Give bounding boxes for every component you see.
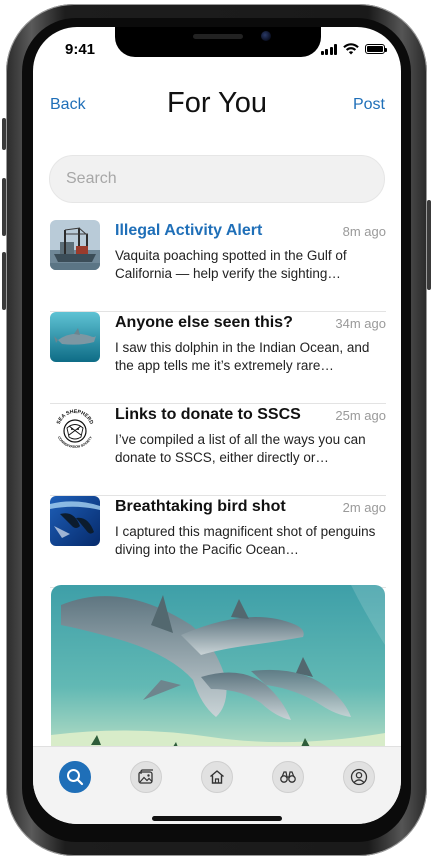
speaker-grille [193, 34, 243, 39]
tab-binoculars[interactable] [272, 761, 304, 793]
cellular-signal-icon [320, 43, 337, 55]
diving-penguins-photo [50, 496, 100, 546]
phone-silent-switch [2, 118, 6, 150]
item-preview: I’ve compiled a list of all the ways you… [115, 432, 366, 465]
image-icon [138, 769, 153, 784]
item-timestamp: 8m ago [342, 224, 386, 239]
status-icons [320, 43, 387, 55]
search-bar[interactable] [49, 155, 385, 203]
phone-power-button [427, 200, 431, 290]
post-button[interactable]: Post [353, 96, 385, 114]
page-title: For You [167, 87, 267, 119]
sea-shepherd-logo: SEA SHEPHERD CONSERVATION SOCIETY [50, 404, 100, 454]
item-title: Links to donate to SSCS [115, 406, 301, 423]
item-preview: Vaquita poaching spotted in the Gulf of … [115, 248, 347, 281]
list-item[interactable]: Breathtaking bird shot 2m ago I captured… [50, 496, 386, 588]
camera-lens [261, 31, 271, 41]
phone-volume-up [2, 178, 6, 236]
battery-icon [365, 44, 387, 54]
svg-text:SEA SHEPHERD: SEA SHEPHERD [56, 409, 94, 425]
tab-profile[interactable] [343, 761, 375, 793]
list-item[interactable]: Anyone else seen this? 34m ago I saw thi… [50, 312, 386, 404]
home-indicator [152, 816, 282, 821]
binoculars-icon [280, 771, 296, 783]
search-input[interactable] [50, 156, 384, 202]
tab-bar [33, 746, 401, 824]
item-title: Breathtaking bird shot [115, 498, 286, 515]
dolphins-underwater-photo[interactable] [51, 585, 385, 755]
item-timestamp: 2m ago [342, 500, 386, 515]
fishing-boat-photo [50, 220, 100, 270]
home-icon [210, 770, 224, 784]
item-preview: I captured this magnificent shot of peng… [115, 524, 376, 557]
user-icon [350, 768, 368, 786]
list-item[interactable]: SEA SHEPHERD CONSERVATION SOCIETY Links … [50, 404, 386, 496]
app-screen: 9:41 Back For You Post Search Illegal Ac… [33, 27, 401, 824]
item-preview: I saw this dolphin in the Indian Ocean, … [115, 340, 370, 373]
tab-gallery[interactable] [130, 761, 162, 793]
tab-home[interactable] [201, 761, 233, 793]
item-title: Anyone else seen this? [115, 314, 293, 331]
status-time: 9:41 [65, 41, 96, 58]
feed-list: Illegal Activity Alert 8m ago Vaquita po… [50, 220, 386, 588]
item-timestamp: 25m ago [335, 408, 386, 423]
search-icon [67, 769, 84, 786]
phone-volume-down [2, 252, 6, 310]
wifi-icon [343, 43, 359, 55]
item-timestamp: 34m ago [335, 316, 386, 331]
dolphin-photo [50, 312, 100, 362]
item-title: Illegal Activity Alert [115, 222, 263, 239]
tab-search[interactable] [59, 761, 91, 793]
notch [115, 27, 321, 57]
list-item[interactable]: Illegal Activity Alert 8m ago Vaquita po… [50, 220, 386, 312]
